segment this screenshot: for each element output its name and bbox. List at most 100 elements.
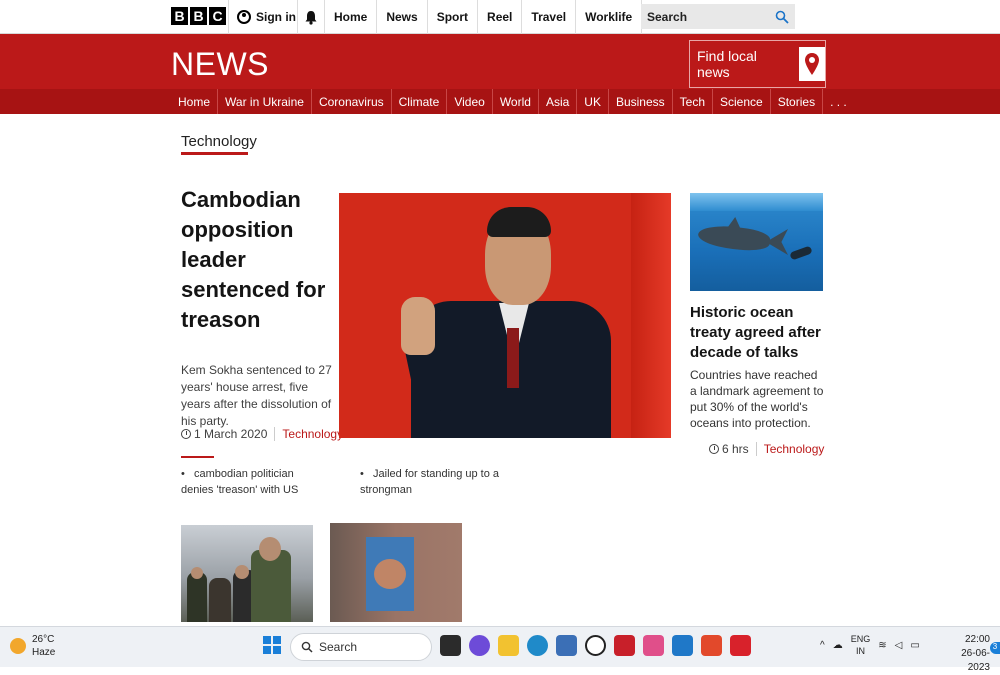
store-icon[interactable] — [556, 635, 577, 656]
bell-icon — [305, 10, 317, 25]
chevron-up-icon[interactable]: ^ — [820, 640, 825, 651]
taskbar-date: 26-06-2023 — [961, 648, 990, 673]
face — [235, 565, 249, 579]
logo-letter: B — [190, 7, 207, 25]
subnav-climate[interactable]: Climate — [392, 89, 448, 114]
related-link-text: cambodian politician denies 'treason' wi… — [181, 468, 299, 496]
divider — [755, 442, 757, 456]
notifications-button[interactable] — [297, 0, 325, 34]
subnav-uk[interactable]: UK — [577, 89, 609, 114]
face — [259, 537, 281, 561]
top-nav-travel[interactable]: Travel — [522, 0, 577, 34]
lead-summary: Kem Sokha sentenced to 27 years' house a… — [181, 363, 332, 428]
story-thumbnail[interactable] — [330, 523, 462, 622]
related-divider — [181, 456, 214, 458]
top-nav-sport[interactable]: Sport — [428, 0, 479, 34]
notification-badge[interactable]: 3 — [990, 642, 1000, 654]
subnav-coronavirus[interactable]: Coronavirus — [312, 89, 392, 114]
taskbar-clock[interactable]: 22:00 26-06-2023 — [944, 633, 990, 675]
dell-icon[interactable] — [585, 635, 606, 656]
subnav-tech[interactable]: Tech — [673, 89, 714, 114]
news-banner: NEWS Find local news — [0, 34, 1000, 89]
side-story-headline[interactable]: Historic ocean treaty agreed after decad… — [690, 303, 825, 363]
taskbar-apps — [440, 635, 751, 656]
section-title[interactable]: Technology — [181, 133, 257, 150]
side-story-image[interactable] — [690, 193, 823, 291]
search-icon[interactable] — [775, 10, 789, 24]
curtain-fold — [631, 193, 671, 438]
file-explorer-icon[interactable] — [498, 635, 519, 656]
subnav-science[interactable]: Science — [713, 89, 771, 114]
signin-button[interactable]: Sign in — [228, 0, 296, 34]
search-input[interactable]: Search — [641, 4, 795, 29]
mcafee-icon[interactable] — [614, 635, 635, 656]
bbc-logo[interactable]: B B C — [171, 7, 226, 25]
top-nav: Home News Sport Reel Travel Worklife . .… — [325, 0, 677, 34]
figure-hair — [487, 207, 551, 237]
subnav-home[interactable]: Home — [171, 89, 219, 114]
section-underline — [181, 152, 248, 155]
lead-category-link[interactable]: Technology — [282, 427, 343, 441]
top-nav-worklife[interactable]: Worklife — [576, 0, 643, 34]
logo-letter: B — [171, 7, 188, 25]
brave-icon[interactable] — [701, 635, 722, 656]
figure-hand — [401, 297, 435, 355]
app-icon[interactable] — [730, 635, 751, 656]
windows-taskbar: 26°C Haze Search ^ ☁ ENG IN ≋ ◁ ▭ 22:00 … — [0, 626, 1000, 673]
subnav-more[interactable]: . . . — [823, 89, 854, 114]
user-icon — [237, 10, 251, 24]
lead-headline[interactable]: Cambodian opposition leader sentenced fo… — [181, 185, 331, 335]
windows-start-icon[interactable] — [263, 636, 281, 654]
subnav-war-in-ukraine[interactable]: War in Ukraine — [218, 89, 312, 114]
face — [191, 567, 203, 579]
person — [209, 578, 231, 622]
volume-icon[interactable]: ◁ — [895, 640, 903, 651]
related-link[interactable]: • cambodian politician denies 'treason' … — [181, 466, 326, 498]
find-local-news-button[interactable]: Find local news — [689, 40, 826, 88]
subnav-video[interactable]: Video — [447, 89, 493, 114]
task-view-icon[interactable] — [440, 635, 461, 656]
subnav-asia[interactable]: Asia — [539, 89, 578, 114]
related-link-text: Jailed for standing up to a strongman — [360, 468, 500, 496]
cloud-icon[interactable]: ☁ — [833, 640, 843, 651]
weather-widget[interactable]: 26°C Haze — [10, 633, 55, 659]
top-nav-news[interactable]: News — [377, 0, 428, 34]
wifi-icon[interactable]: ≋ — [878, 640, 886, 651]
related-link[interactable]: • Jailed for standing up to a strongman — [360, 466, 500, 498]
search-placeholder: Search — [647, 9, 688, 24]
system-tray: ^ ☁ ENG IN ≋ ◁ ▭ — [820, 633, 920, 657]
photos-icon[interactable] — [643, 635, 664, 656]
top-nav-reel[interactable]: Reel — [478, 0, 523, 34]
vscode-icon[interactable] — [672, 635, 693, 656]
subnav-business[interactable]: Business — [609, 89, 673, 114]
news-sub-nav: Home War in Ukraine Coronavirus Climate … — [0, 89, 1000, 114]
side-story-time: 6 hrs — [722, 442, 749, 456]
taskbar-search[interactable]: Search — [290, 633, 432, 661]
teams-icon[interactable] — [469, 635, 490, 656]
side-story-summary: Countries have reached a landmark agreem… — [690, 368, 824, 430]
poster — [366, 537, 414, 611]
water-surface — [690, 193, 823, 211]
language-indicator[interactable]: ENG IN — [851, 633, 871, 657]
lead-meta: 1 March 2020 Technology — [181, 427, 343, 441]
edge-icon[interactable] — [527, 635, 548, 656]
find-local-label: Find local news — [697, 48, 757, 80]
location-pin-icon — [799, 47, 825, 81]
side-story-category-link[interactable]: Technology — [764, 442, 825, 456]
battery-icon[interactable]: ▭ — [910, 640, 919, 651]
figure-tie — [507, 328, 519, 388]
person — [187, 572, 207, 622]
lang-top: ENG — [850, 634, 871, 644]
diver — [789, 245, 813, 261]
clock-icon — [709, 444, 719, 454]
subnav-stories[interactable]: Stories — [771, 89, 824, 114]
story-thumbnail[interactable] — [181, 525, 313, 622]
signin-label: Sign in — [256, 10, 296, 24]
subnav-world[interactable]: World — [493, 89, 539, 114]
top-nav-home[interactable]: Home — [325, 0, 378, 34]
news-title[interactable]: NEWS — [171, 46, 269, 83]
lead-image[interactable] — [339, 193, 671, 438]
bbc-top-bar: B B C Sign in Home News Sport Reel Trave… — [0, 0, 1000, 34]
taskbar-search-label: Search — [319, 640, 358, 654]
clock-icon — [181, 429, 191, 439]
